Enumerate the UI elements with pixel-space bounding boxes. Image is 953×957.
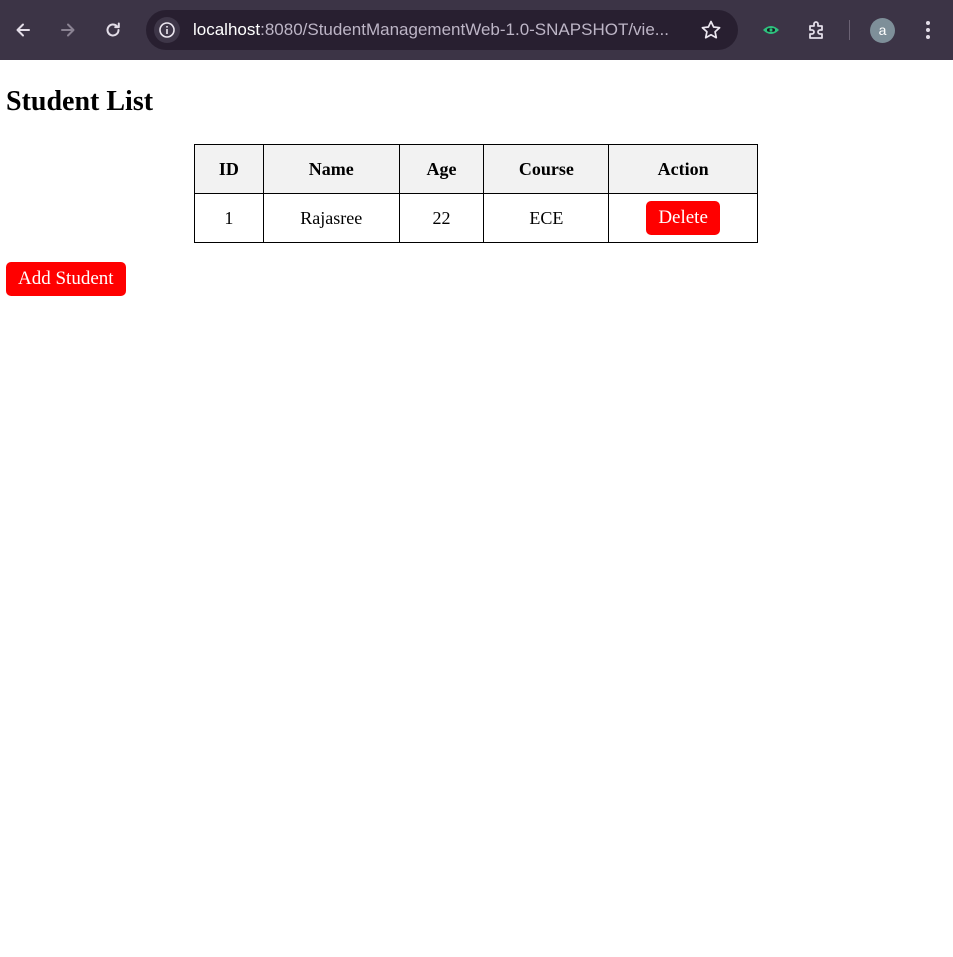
bookmark-star-icon[interactable] [700,19,722,41]
url-path: :8080/StudentManagementWeb-1.0-SNAPSHOT/… [260,20,669,39]
header-course: Course [483,144,610,194]
delete-button[interactable]: Delete [646,201,720,235]
address-bar[interactable]: localhost:8080/StudentManagementWeb-1.0-… [146,10,738,50]
more-menu-icon[interactable] [915,17,941,43]
student-table: ID Name Age Course Action 1 Rajasree 22 … [194,144,758,243]
browser-toolbar: localhost:8080/StudentManagementWeb-1.0-… [0,0,953,60]
page-title: Student List [6,86,154,117]
back-button[interactable] [8,15,38,45]
header-action: Action [608,144,758,194]
add-student-button[interactable]: Add Student [6,262,126,296]
url-text[interactable]: localhost:8080/StudentManagementWeb-1.0-… [193,10,669,50]
header-age: Age [398,144,485,194]
cell-name: Rajasree [262,193,400,243]
back-arrow-icon [16,23,30,37]
toolbar-divider [849,20,850,40]
cell-course: ECE [483,193,610,243]
site-info-icon[interactable] [154,17,180,43]
reload-icon [106,22,120,37]
page-content: Student List ID Name Age Course Action 1… [0,60,953,957]
header-name: Name [262,144,400,194]
cell-id: 1 [194,193,264,243]
table-header-row: ID Name Age Course Action [194,144,758,194]
extensions-puzzle-icon[interactable] [804,17,830,43]
cell-action: Delete [608,193,758,243]
url-host: localhost [193,20,261,39]
header-id: ID [194,144,264,194]
forward-button[interactable] [53,15,83,45]
reload-button[interactable] [98,15,128,45]
cell-age: 22 [398,193,485,243]
table-row: 1 Rajasree 22 ECE Delete [194,193,758,243]
forward-arrow-icon [61,23,75,37]
profile-avatar[interactable]: a [870,18,895,43]
extension-eye-icon[interactable] [758,17,784,43]
